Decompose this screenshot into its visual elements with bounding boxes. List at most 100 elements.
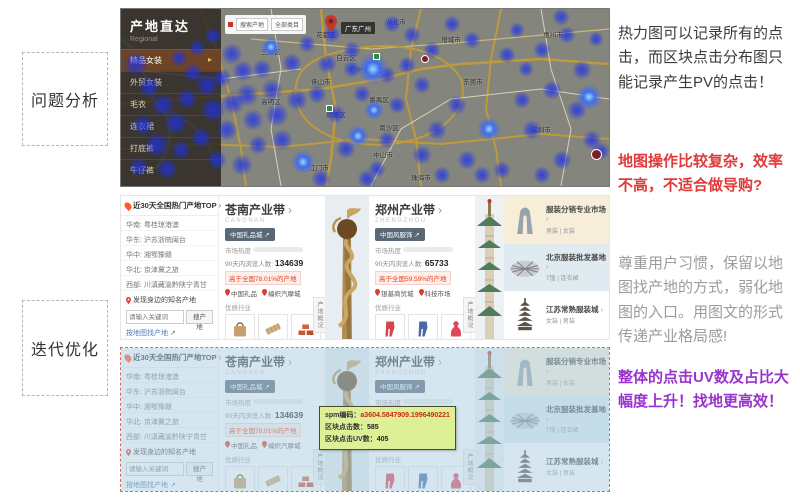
pin-icon [225, 289, 230, 296]
block-click-uv-value: 405 [377, 436, 389, 443]
annotation-uv-increase: 整体的点击UV数及占比大幅度上升！找地更高效！ [618, 366, 796, 415]
origin-search-input[interactable] [126, 310, 184, 324]
heat-point [443, 15, 461, 33]
heat-point [235, 83, 259, 107]
top-region-item[interactable]: 西部: 川滇藏渝黔陕宁青甘 [121, 428, 218, 443]
map-marker[interactable] [591, 149, 602, 160]
cangnan-title[interactable]: 苍南产业带› [225, 201, 319, 218]
top-region-item[interactable]: 华南: 粤桂琼港澳 [121, 216, 218, 231]
city-label: 东莞市 [463, 76, 483, 86]
top-region-item[interactable]: 华东: 沪苏浙皖闽台 [121, 383, 218, 398]
cangnan-feature-tag[interactable]: 中国礼品城 ↗ [225, 380, 275, 393]
views-count: 134639 [275, 258, 303, 268]
zhengzhou-belt-card: 郑州产业带› ZHENGZHOU 中国风服饰 ↗ 市场热度 90天内浏览人数: … [369, 196, 475, 339]
heat-point [261, 79, 283, 101]
map-marker-green[interactable] [326, 105, 333, 112]
zhengzhou-landmark-image [475, 348, 504, 491]
map-category-dropdown[interactable]: 全部类目 [271, 18, 303, 31]
chevron-right-icon: › [601, 305, 604, 314]
market-card[interactable]: 江苏常熟服装城 › 女装 | 男装 [504, 291, 609, 339]
zhengzhou-feature-tag[interactable]: 中国风服饰 ↗ [375, 380, 425, 393]
market-heat-label: 市场热度 [225, 245, 251, 255]
heat-point [433, 166, 451, 184]
heat-point [493, 161, 511, 179]
origin-search-button[interactable]: 搜产地 [186, 462, 213, 476]
heat-point [552, 8, 570, 26]
heat-point [552, 150, 572, 170]
top-region-item[interactable]: 华中: 湘鄂豫赣 [121, 398, 218, 413]
section-label-iteration: 迭代优化 [22, 300, 108, 396]
poi-tag[interactable]: 科技市场 [419, 288, 451, 298]
pin-icon [419, 289, 424, 296]
city-label: 珠海市 [411, 172, 431, 182]
poi-tag[interactable]: 中国礼品 [225, 440, 257, 450]
section-label-problem-analysis: 问题分析 [22, 52, 108, 146]
heat-point [463, 31, 481, 49]
heat-point [261, 37, 281, 57]
thumb-red-pants[interactable] [375, 466, 405, 493]
zhengzhou-title[interactable]: 郑州产业带› [375, 353, 469, 370]
origin-search-input[interactable] [126, 462, 184, 476]
market-card-tags: 女装 | 男装 [546, 316, 603, 325]
find-origin-by-map-link[interactable]: 按地图找产地 ↗ [121, 327, 218, 339]
poi-tag[interactable]: 银基商贸城 [375, 288, 414, 298]
spm-code-value: a3604.5847909.1996490221 [360, 412, 450, 419]
zhengzhou-title[interactable]: 郑州产业带› [375, 201, 469, 218]
heat-point [171, 140, 191, 160]
heat-point [252, 59, 272, 79]
top-region-item[interactable]: 华中: 湘鄂豫赣 [121, 246, 218, 261]
chevron-right-icon: › [438, 203, 442, 217]
thumb-red-pants[interactable] [375, 314, 405, 341]
map-search-field[interactable]: 搜索产地 [236, 18, 268, 31]
heat-point [123, 51, 149, 77]
cangnan-title[interactable]: 苍南产业带› [225, 353, 319, 370]
heat-point [307, 84, 327, 104]
map-marker[interactable] [421, 55, 429, 63]
belt-sidebar-title: 近30天全国热门产地TOP [133, 200, 217, 211]
top-region-item[interactable]: 华东: 沪苏浙皖闽台 [121, 231, 218, 246]
rank-badge: 高于全国78.01%的产地 [225, 423, 301, 437]
market-heat-label: 市场热度 [375, 245, 401, 255]
thumb-weave[interactable] [258, 314, 288, 341]
market-card[interactable]: 北京服装批发基地 › T恤 | 连衣裙 [504, 396, 609, 444]
map-pin[interactable] [325, 15, 337, 37]
nearby-origin-row[interactable]: 发现身边的知名产地 [121, 443, 218, 459]
heat-point [558, 26, 576, 44]
top-region-item[interactable]: 华南: 粤桂琼港澳 [121, 368, 218, 383]
market-card[interactable]: 服装分销专业市场 › 男装 | 女装 [504, 348, 609, 396]
zhengzhou-feature-tag[interactable]: 中国风服饰 ↗ [375, 228, 425, 241]
map-marker-green[interactable] [373, 53, 380, 60]
origin-search-button[interactable]: 搜产地 [186, 310, 213, 324]
poi-tags-row: 银基商贸城 科技市场 [375, 288, 469, 298]
belt-sidebar-title: 近30天全国热门产地TOP [133, 352, 217, 363]
marker-legend-icon [228, 22, 233, 27]
nearby-origin-row[interactable]: 发现身边的知名产地 [121, 291, 218, 307]
market-card[interactable]: 北京服装批发基地 › T恤 | 连衣裙 [504, 244, 609, 292]
heat-point [576, 84, 602, 110]
market-card[interactable]: 服装分销专业市场 › 男装 | 女装 [504, 196, 609, 244]
market-card[interactable]: 江苏常熟服装城 › 女装 | 男装 [504, 443, 609, 491]
flame-icon [123, 353, 133, 363]
cangnan-landmark-image [325, 196, 369, 339]
views-row: 90天内浏览人数: 134639 [225, 258, 319, 268]
top-region-item[interactable]: 西部: 川滇藏渝黔陕宁青甘 [121, 276, 218, 291]
top-region-item[interactable]: 华北: 京津冀之旅 [121, 261, 218, 276]
thumb-jeans[interactable] [408, 466, 438, 493]
find-origin-by-map-link[interactable]: 按地图找产地 ↗ [121, 479, 218, 491]
thumb-bag[interactable] [225, 314, 255, 341]
heat-point [212, 68, 232, 88]
poi-tag[interactable]: 编织汽摩城 [262, 440, 301, 450]
origin-map-heatmap-screenshot: 三水区花都区从化市增城市惠州市白云区广州天河区佛山市高明区顺德区番禺区南沙区东莞… [120, 8, 610, 187]
other-markets-list: 服装分销专业市场 › 男装 | 女装 北京服装批发基地 › T恤 | 连衣裙 [504, 196, 609, 339]
thumb-weave[interactable] [258, 466, 288, 493]
thumb-bag[interactable] [225, 466, 255, 493]
poi-tag[interactable]: 编织汽摩城 [262, 288, 301, 298]
chevron-right-icon: ▸ [208, 55, 212, 66]
pagoda-icon [507, 450, 543, 484]
cangnan-feature-tag[interactable]: 中国礼品城 ↗ [225, 228, 275, 241]
thumb-jeans[interactable] [408, 314, 438, 341]
flame-icon [123, 201, 133, 211]
poi-tag[interactable]: 中国礼品 [225, 288, 257, 298]
heat-point [388, 96, 406, 114]
top-region-item[interactable]: 华北: 京津冀之旅 [121, 413, 218, 428]
